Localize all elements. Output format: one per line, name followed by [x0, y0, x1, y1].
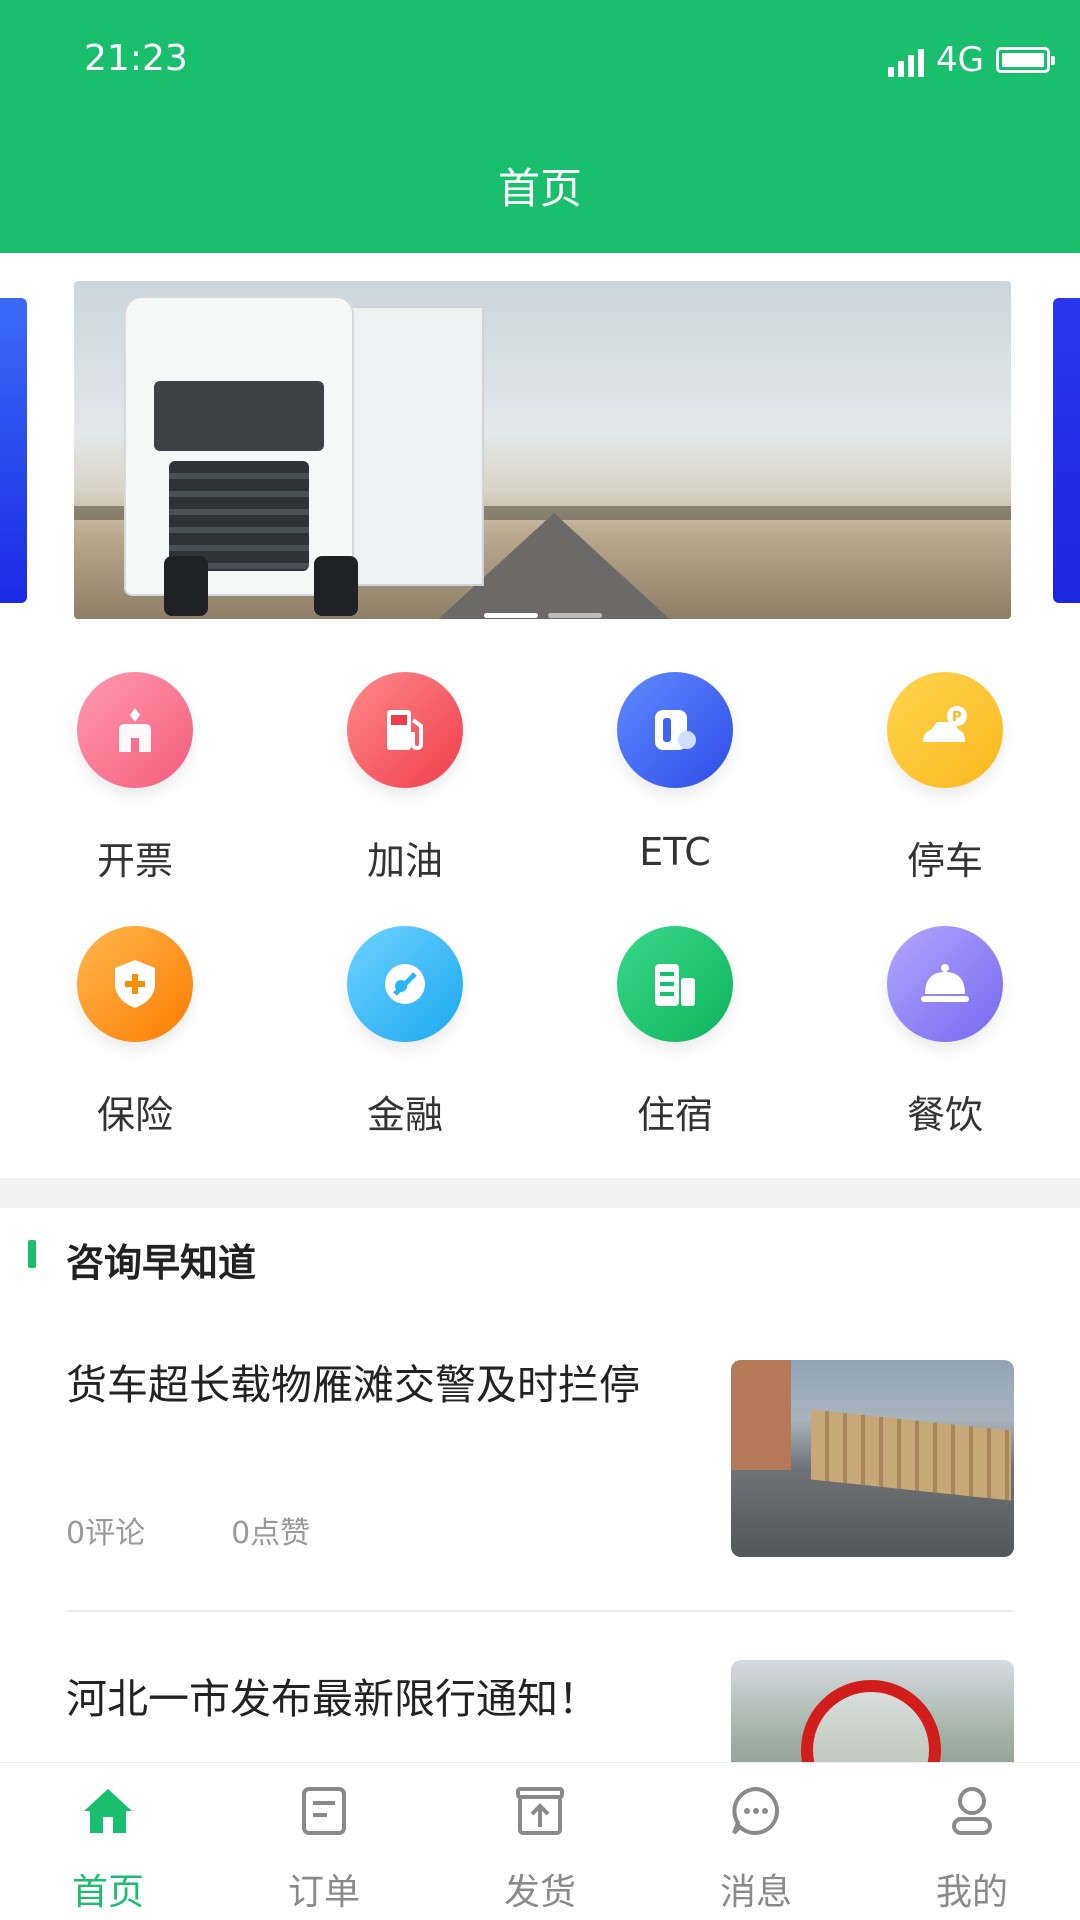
news-thumbnail — [731, 1360, 1014, 1557]
news-divider — [66, 1610, 1014, 1612]
truck-image — [104, 291, 484, 616]
nav-orders[interactable]: 订单 — [216, 1763, 432, 1920]
home-icon — [84, 1789, 132, 1833]
nav-label: 我的 — [935, 1872, 1008, 1913]
banner-dot — [547, 613, 602, 618]
message-icon — [732, 1786, 780, 1835]
news-meta: 0评论 0点赞 — [66, 1508, 310, 1552]
service-fuel[interactable]: 加油 — [305, 672, 505, 885]
bottom-nav: 首页 订单 发货 消息 我的 — [0, 1762, 1080, 1920]
status-bar: 21:23 4G — [0, 0, 1080, 120]
etc-card-icon — [617, 672, 733, 788]
news-thumbnail — [731, 1660, 1014, 1762]
signal-icon — [888, 43, 925, 77]
service-invoice[interactable]: 开票 — [35, 672, 235, 885]
order-icon — [302, 1787, 346, 1835]
service-hotel[interactable]: 住宿 — [575, 926, 775, 1139]
invoice-icon — [77, 672, 193, 788]
news-section-header: 咨询早知道 — [0, 1232, 1080, 1292]
news-item[interactable]: 河北一市发布最新限行通知！ — [66, 1660, 1014, 1762]
service-label: 住宿 — [636, 1093, 713, 1137]
network-type: 4G — [936, 40, 984, 80]
battery-icon — [996, 47, 1055, 73]
nav-home[interactable]: 首页 — [0, 1763, 216, 1920]
nav-messages[interactable]: 消息 — [648, 1763, 864, 1920]
section-separator — [0, 1178, 1080, 1208]
service-label: ETC — [639, 830, 711, 874]
service-etc[interactable]: ETC — [575, 672, 775, 874]
service-label: 餐饮 — [906, 1093, 983, 1137]
news-title: 货车超长载物雁滩交警及时拦停 — [66, 1361, 640, 1409]
nav-profile[interactable]: 我的 — [864, 1763, 1080, 1920]
banner-next-slide[interactable] — [1053, 298, 1080, 603]
nav-label: 订单 — [287, 1872, 360, 1913]
service-finance[interactable]: 金融 — [305, 926, 505, 1139]
status-time: 21:23 — [84, 38, 188, 79]
service-label: 停车 — [906, 839, 983, 883]
app-header: 21:23 4G 首页 — [0, 0, 1080, 253]
banner-prev-slide[interactable] — [0, 298, 27, 603]
service-insurance[interactable]: 保险 — [35, 926, 235, 1139]
nav-label: 首页 — [71, 1872, 144, 1913]
dining-cloche-icon — [887, 926, 1003, 1042]
status-indicators: 4G — [888, 38, 1055, 82]
hotel-icon — [617, 926, 733, 1042]
service-parking[interactable]: P 停车 — [845, 672, 1045, 885]
fuel-pump-icon — [347, 672, 463, 788]
insurance-shield-icon — [77, 926, 193, 1042]
banner-dot-active — [483, 613, 538, 618]
service-dining[interactable]: 餐饮 — [845, 926, 1045, 1139]
news-item[interactable]: 货车超长载物雁滩交警及时拦停 0评论 0点赞 — [66, 1360, 1014, 1560]
ship-upload-icon — [516, 1787, 564, 1835]
nav-ship[interactable]: 发货 — [432, 1763, 648, 1920]
banner-indicator — [74, 613, 1011, 618]
nav-label: 发货 — [503, 1872, 576, 1913]
service-label: 加油 — [366, 839, 443, 883]
parking-icon: P — [887, 672, 1003, 788]
service-label: 保险 — [96, 1093, 173, 1137]
finance-icon — [347, 926, 463, 1042]
like-count: 0点赞 — [231, 1516, 311, 1551]
nav-label: 消息 — [719, 1872, 792, 1913]
news-title: 河北一市发布最新限行通知！ — [66, 1675, 599, 1723]
page-title: 首页 — [497, 164, 582, 213]
comment-count: 0评论 — [66, 1516, 146, 1551]
section-title: 咨询早知道 — [66, 1241, 257, 1285]
section-accent-bar — [28, 1240, 36, 1268]
service-label: 金融 — [366, 1093, 443, 1137]
svg-text:P: P — [952, 710, 962, 725]
banner-carousel[interactable] — [0, 253, 1080, 638]
service-label: 开票 — [96, 839, 173, 883]
banner-slide[interactable] — [74, 281, 1011, 619]
profile-icon — [952, 1787, 992, 1835]
